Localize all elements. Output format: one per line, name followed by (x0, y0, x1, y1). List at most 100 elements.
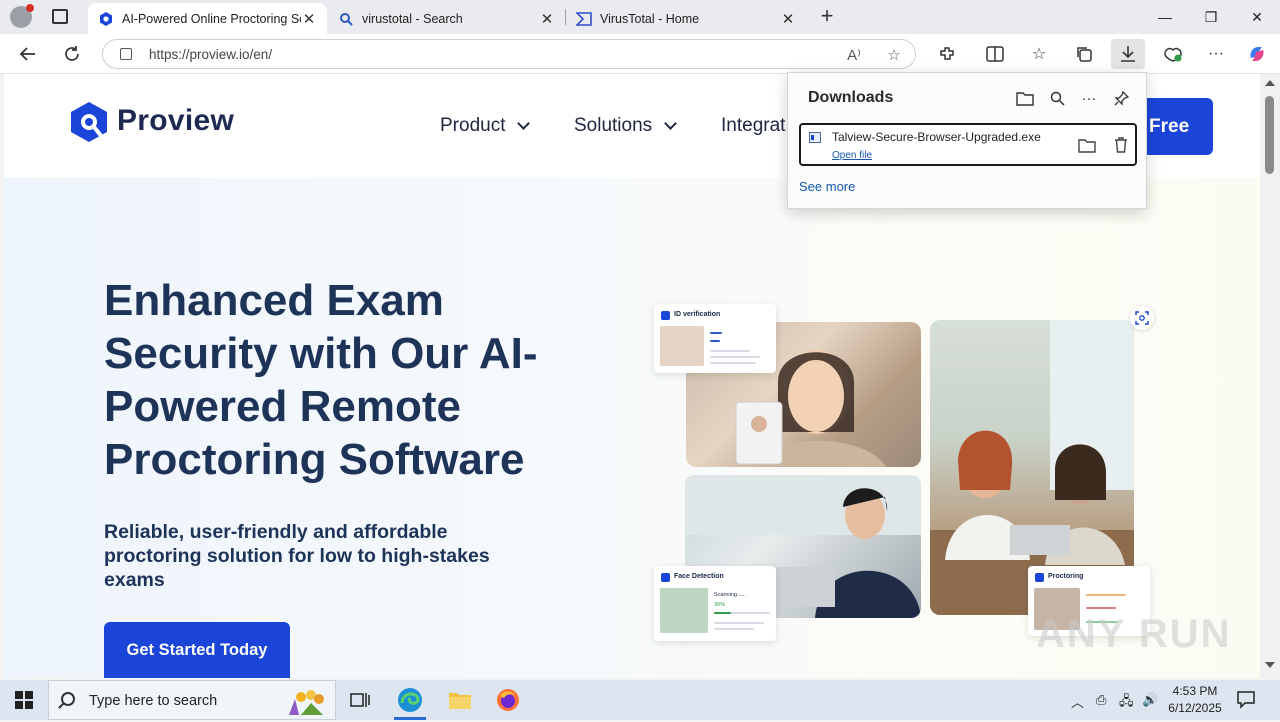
chevron-down-icon (517, 117, 531, 130)
page-scrollbar[interactable] (1260, 74, 1280, 678)
new-tab-button[interactable]: + (816, 5, 838, 27)
face-detection-card: Face Detection Scanning...... 30% (654, 566, 776, 641)
clock-date: 6/12/2025 (1168, 701, 1222, 715)
favorite-star-icon[interactable]: ☆ (885, 46, 903, 64)
chevron-down-icon (664, 117, 678, 130)
tab-virustotal-home[interactable]: VirusTotal - Home ✕ (566, 3, 806, 34)
tab-virustotal-search[interactable]: virustotal - Search ✕ (328, 3, 565, 34)
url-text: https://proview.io/en/ (149, 47, 273, 62)
more-options-icon[interactable]: ··· (1078, 87, 1100, 109)
extensions-icon[interactable] (936, 43, 958, 65)
notification-center-icon[interactable] (1236, 689, 1258, 711)
network-icon[interactable]: 🖧 (1119, 692, 1134, 714)
tab-label: VirusTotal - Home (600, 11, 700, 26)
open-file-link[interactable]: Open file (832, 150, 872, 161)
delete-icon[interactable] (1111, 135, 1131, 155)
scanning-percent: 30% (714, 602, 726, 608)
face-scan-icon (1130, 306, 1154, 330)
search-favicon-icon (338, 11, 354, 27)
task-view-icon[interactable] (336, 680, 384, 720)
address-bar[interactable]: https://proview.io/en/ A⁾ ☆ (102, 39, 916, 69)
nav-solutions[interactable]: Solutions (574, 115, 678, 137)
see-more-link[interactable]: See more (799, 179, 855, 194)
tab-close-icon[interactable]: ✕ (301, 10, 317, 28)
download-arrow-icon (1121, 46, 1135, 62)
nav-product[interactable]: Product (440, 115, 531, 137)
collections-icon[interactable] (1073, 43, 1095, 65)
scanning-status: Scanning...... (714, 592, 747, 598)
tab-strip: AI-Powered Online Proctoring So ✕ virust… (0, 0, 1280, 34)
anyrun-watermark: ANY RUN (1036, 612, 1232, 656)
browser-essentials-icon[interactable] (1162, 43, 1184, 65)
windows-taskbar: Type here to search ︿ ⎙ 🖧 🔊 4:53 PM 6/12… (0, 680, 1280, 720)
search-downloads-icon[interactable] (1046, 87, 1068, 109)
eye-icon (661, 311, 670, 320)
restore-button[interactable]: ❐ (1188, 0, 1234, 34)
hero-title: Enhanced Exam Security with Our AI-Power… (104, 276, 538, 484)
nav-integrations[interactable]: Integrat (721, 115, 785, 137)
refresh-button[interactable] (60, 42, 84, 66)
tab-label: virustotal - Search (362, 11, 463, 26)
browser-toolbar: https://proview.io/en/ A⁾ ☆ ☆ ··· (0, 34, 1280, 74)
scan-progress-fill (714, 612, 731, 614)
scroll-thumb[interactable] (1265, 96, 1274, 174)
card-title: Face Detection (674, 573, 724, 580)
windows-logo-icon (15, 691, 33, 709)
taskbar-search-box[interactable]: Type here to search (48, 680, 336, 720)
eye-icon (1035, 573, 1044, 582)
search-highlight-image (271, 685, 331, 717)
hero-section: Enhanced Exam Security with Our AI-Power… (4, 178, 1260, 678)
proview-logo-icon[interactable] (68, 100, 110, 144)
id-photo (660, 326, 704, 366)
nav-label: Product (440, 115, 506, 136)
system-clock[interactable]: 4:53 PM 6/12/2025 (1160, 683, 1230, 717)
download-file-name: Talview-Secure-Browser-Upgraded.exe (832, 130, 1041, 144)
exe-file-icon (809, 132, 821, 143)
minimize-button[interactable]: — (1142, 0, 1188, 34)
card-title: Proctoring (1048, 573, 1084, 580)
back-button[interactable] (16, 42, 40, 66)
open-downloads-folder-icon[interactable] (1014, 87, 1036, 109)
split-screen-icon[interactable] (984, 43, 1006, 65)
clock-time: 4:53 PM (1172, 684, 1218, 698)
tab-proview[interactable]: AI-Powered Online Proctoring So ✕ (88, 3, 327, 34)
firefox-icon[interactable] (484, 680, 532, 720)
download-item[interactable]: Talview-Secure-Browser-Upgraded.exe Open… (799, 123, 1137, 166)
search-icon (61, 692, 75, 706)
hero-subtitle: Reliable, user-friendly and affordable p… (104, 521, 490, 591)
tab-close-icon[interactable]: ✕ (780, 10, 796, 28)
show-in-folder-icon[interactable] (1077, 135, 1097, 155)
volume-icon[interactable]: 🔊 (1142, 692, 1158, 708)
downloads-flyout: Downloads ··· Talview-Secure-Browser-Upg… (787, 72, 1147, 209)
file-explorer-icon[interactable] (436, 680, 484, 720)
tab-actions-icon[interactable] (52, 9, 68, 24)
logo-text[interactable]: Proview (117, 104, 234, 138)
show-hidden-icons-chevron-icon[interactable]: ︿ (1071, 692, 1084, 711)
tab-close-icon[interactable]: ✕ (539, 10, 555, 28)
downloads-title: Downloads (808, 89, 894, 106)
eye-icon (661, 573, 670, 582)
favorites-icon[interactable]: ☆ (1028, 43, 1050, 65)
pin-icon[interactable] (1110, 87, 1132, 109)
downloads-button[interactable] (1111, 39, 1145, 69)
close-window-button[interactable]: ✕ (1234, 0, 1280, 34)
refresh-icon (65, 46, 79, 61)
read-aloud-icon[interactable]: A⁾ (845, 46, 863, 64)
virustotal-favicon-icon (576, 11, 592, 27)
edge-browser-icon[interactable] (386, 680, 434, 720)
card-title: ID verification (674, 311, 721, 318)
start-button[interactable] (0, 680, 48, 720)
proview-favicon-icon (98, 11, 114, 27)
settings-more-icon[interactable]: ··· (1205, 43, 1227, 65)
id-verification-card: ID verification (654, 304, 776, 373)
copilot-icon[interactable] (1246, 43, 1268, 65)
back-arrow-icon (19, 47, 35, 61)
tab-label: AI-Powered Online Proctoring So (122, 11, 301, 26)
scroll-up-arrow-icon[interactable] (1265, 80, 1275, 86)
profile-avatar[interactable] (10, 4, 34, 28)
get-started-button[interactable]: Get Started Today (104, 622, 290, 678)
scroll-down-arrow-icon[interactable] (1265, 662, 1275, 668)
search-placeholder: Type here to search (89, 693, 218, 709)
device-icon[interactable]: ⎙ (1096, 692, 1106, 708)
site-info-icon[interactable] (120, 48, 132, 60)
